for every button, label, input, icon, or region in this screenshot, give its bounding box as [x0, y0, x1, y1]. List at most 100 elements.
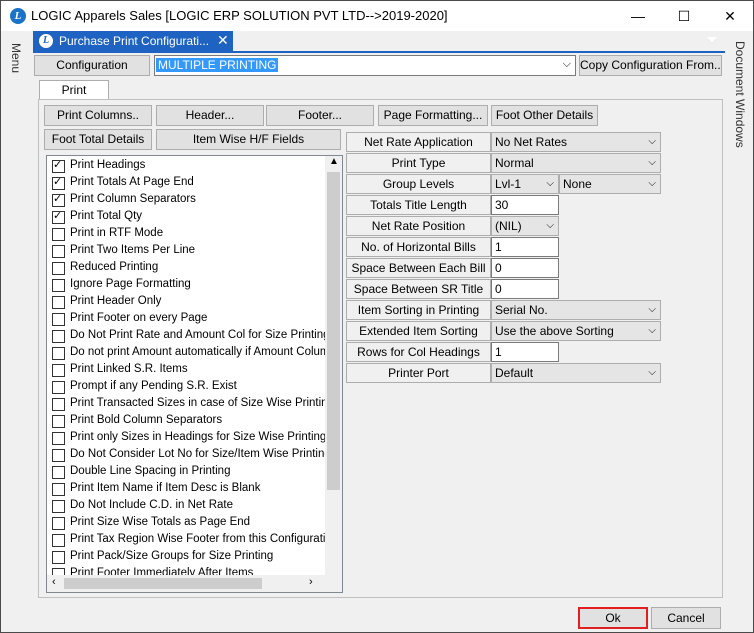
checkbox-unchecked[interactable]	[52, 551, 65, 564]
chevron-down-icon[interactable]: ⌵	[648, 322, 656, 340]
group-levels-secondary-select[interactable]: None ⌵	[559, 174, 661, 194]
print-columns-button[interactable]: Print Columns..	[44, 105, 152, 126]
checkbox-unchecked[interactable]	[52, 313, 65, 326]
checkbox-unchecked[interactable]	[52, 534, 65, 547]
list-item[interactable]: Print Bold Column Separators	[47, 413, 325, 430]
list-item[interactable]: Double Line Spacing in Printing	[47, 464, 325, 481]
printer-port-select[interactable]: Default ⌵	[491, 363, 661, 383]
minimize-button[interactable]: —	[615, 1, 661, 31]
header-button[interactable]: Header...	[156, 105, 264, 126]
list-item[interactable]: Print Two Items Per Line	[47, 243, 325, 260]
list-item[interactable]: Print Footer on every Page	[47, 311, 325, 328]
space-between-each-bill-input[interactable]: 0	[491, 258, 559, 278]
checkbox-unchecked[interactable]	[52, 500, 65, 513]
list-item[interactable]: Reduced Printing	[47, 260, 325, 277]
group-levels-select[interactable]: Lvl-1 ⌵	[491, 174, 559, 194]
vertical-scroll-thumb[interactable]	[327, 172, 340, 490]
list-item[interactable]: Print Total Qty	[47, 209, 325, 226]
net-rate-position-select[interactable]: (NIL) ⌵	[491, 216, 559, 236]
ok-button[interactable]: Ok	[578, 607, 648, 629]
checkbox-unchecked[interactable]	[52, 228, 65, 241]
checkbox-unchecked[interactable]	[52, 415, 65, 428]
checkbox-unchecked[interactable]	[52, 364, 65, 377]
tab-print-options[interactable]: Print Options	[39, 80, 109, 115]
foot-total-details-button[interactable]: Foot Total Details	[44, 129, 152, 150]
cancel-button[interactable]: Cancel	[651, 607, 721, 629]
extended-item-sorting-select[interactable]: Use the above Sorting ⌵	[491, 321, 661, 341]
chevron-down-icon[interactable]: ⌵	[648, 133, 656, 151]
list-item[interactable]: Do not print Amount automatically if Amo…	[47, 345, 342, 362]
list-item[interactable]: Print Pack/Size Groups for Size Printing	[47, 549, 325, 566]
scroll-left-icon[interactable]: ‹	[52, 576, 56, 588]
list-item[interactable]: Do Not Include C.D. in Net Rate	[47, 498, 325, 515]
list-item[interactable]: Print Tax Region Wise Footer from this C…	[47, 532, 338, 549]
checkbox-unchecked[interactable]	[52, 262, 65, 275]
chevron-down-icon[interactable]: ⌵	[648, 364, 656, 382]
footer-button[interactable]: Footer...	[266, 105, 374, 126]
checkbox-unchecked[interactable]	[52, 296, 65, 309]
list-item[interactable]: Print Headings	[47, 158, 325, 175]
list-item[interactable]: Print Column Separators	[47, 192, 325, 209]
list-item[interactable]: Ignore Page Formatting	[47, 277, 325, 294]
chevron-down-icon[interactable]: ⌵	[648, 301, 656, 319]
maximize-button[interactable]: ☐	[661, 1, 707, 31]
scroll-right-icon[interactable]: ›	[309, 576, 313, 588]
net-rate-application-select[interactable]: No Net Rates ⌵	[491, 132, 661, 152]
checkbox-unchecked[interactable]	[52, 381, 65, 394]
checkbox-unchecked[interactable]	[52, 398, 65, 411]
horizontal-scrollbar[interactable]: ‹ ›	[47, 575, 325, 592]
checkbox-unchecked[interactable]	[52, 466, 65, 479]
checkbox-unchecked[interactable]	[52, 449, 65, 462]
chevron-down-icon[interactable]: ⌵	[546, 175, 554, 193]
menu-side-panel[interactable]: Menu	[1, 31, 31, 633]
document-windows-side-panel[interactable]: Document Windows	[729, 31, 753, 633]
horizontal-bills-input[interactable]: 1	[491, 237, 559, 257]
close-window-button[interactable]: ✕	[707, 1, 753, 31]
page-formatting-button[interactable]: Page Formatting...	[378, 105, 488, 126]
checkbox-checked[interactable]	[52, 175, 65, 190]
print-options-checklist[interactable]: Print Headings Print Totals At Page End Pr…	[46, 155, 343, 593]
list-item[interactable]: Prompt if any Pending S.R. Exist	[47, 379, 325, 396]
checkbox-checked[interactable]	[52, 209, 65, 224]
space-between-sr-title-input[interactable]: 0	[491, 279, 559, 299]
rows-for-col-headings-input[interactable]: 1	[491, 342, 559, 362]
chevron-down-icon[interactable]: ⌵	[546, 217, 554, 235]
print-type-select[interactable]: Normal ⌵	[491, 153, 661, 173]
tab-purchase-print-configuration[interactable]: L Purchase Print Configurati... ✕	[33, 31, 233, 51]
vertical-scrollbar[interactable]: ▲	[325, 156, 342, 575]
checkbox-unchecked[interactable]	[52, 245, 65, 258]
chevron-down-icon[interactable]: ⌵	[648, 175, 656, 193]
checkbox-unchecked[interactable]	[52, 483, 65, 496]
tab-list-dropdown-icon[interactable]	[707, 37, 717, 42]
scroll-up-icon[interactable]: ▲	[329, 156, 339, 167]
document-windows-label[interactable]: Document Windows	[733, 41, 747, 148]
list-item[interactable]: Print only Sizes in Headings for Size Wi…	[47, 430, 326, 447]
menu-panel-label[interactable]: Menu	[9, 43, 23, 73]
checkbox-unchecked[interactable]	[52, 347, 65, 360]
item-wise-hf-fields-button[interactable]: Item Wise H/F Fields	[156, 129, 341, 150]
checkbox-unchecked[interactable]	[52, 432, 65, 445]
copy-configuration-button[interactable]: Copy Configuration From...	[579, 55, 722, 76]
list-item[interactable]: Print Transacted Sizes in case of Size W…	[47, 396, 334, 413]
horizontal-scroll-thumb[interactable]	[64, 578, 262, 589]
configuration-button[interactable]: Configuration	[34, 55, 150, 76]
checkbox-checked[interactable]	[52, 192, 65, 207]
configuration-select[interactable]: MULTIPLE PRINTING ⌵	[154, 55, 576, 76]
list-item[interactable]: Do Not Consider Lot No for Size/Item Wis…	[47, 447, 331, 464]
list-item[interactable]: Print Header Only	[47, 294, 325, 311]
foot-other-details-button[interactable]: Foot Other Details	[491, 105, 598, 126]
chevron-down-icon[interactable]: ⌵	[648, 154, 656, 172]
item-sorting-select[interactable]: Serial No. ⌵	[491, 300, 661, 320]
checkbox-unchecked[interactable]	[52, 279, 65, 292]
list-item[interactable]: Print Linked S.R. Items	[47, 362, 325, 379]
checkbox-unchecked[interactable]	[52, 330, 65, 343]
list-item[interactable]: Print Item Name if Item Desc is Blank	[47, 481, 325, 498]
list-item[interactable]: Do Not Print Rate and Amount Col for Siz…	[47, 328, 330, 345]
checkbox-checked[interactable]	[52, 158, 65, 173]
list-item[interactable]: Print Totals At Page End	[47, 175, 325, 192]
tab-close-icon[interactable]: ✕	[217, 32, 229, 49]
list-item[interactable]: Print in RTF Mode	[47, 226, 325, 243]
chevron-down-icon[interactable]: ⌵	[563, 58, 571, 71]
totals-title-length-input[interactable]: 30	[491, 195, 559, 215]
list-item[interactable]: Print Size Wise Totals as Page End	[47, 515, 325, 532]
